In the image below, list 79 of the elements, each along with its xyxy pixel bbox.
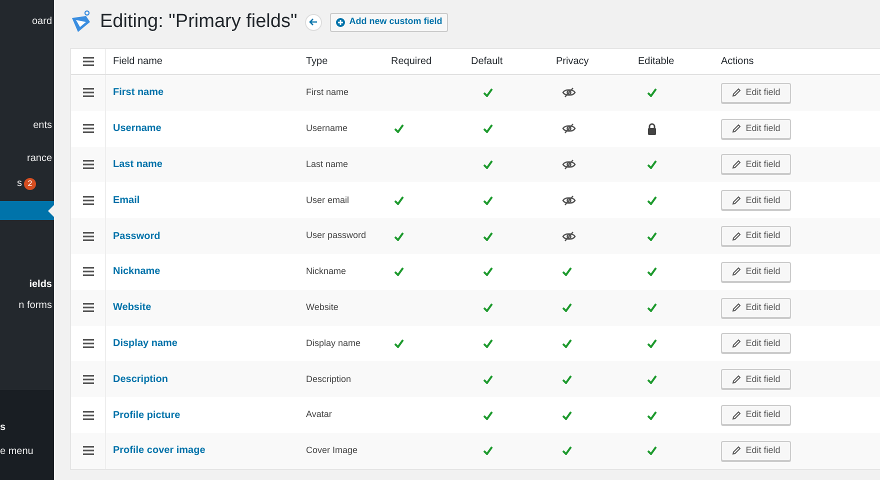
pencil-icon bbox=[732, 303, 741, 312]
pencil-icon bbox=[732, 267, 741, 276]
column-header: Required bbox=[391, 55, 433, 69]
edit-field-button[interactable]: Edit field bbox=[721, 154, 791, 174]
edit-field-button[interactable]: Edit field bbox=[721, 369, 791, 390]
field-type: User password bbox=[306, 229, 366, 242]
drag-handle-icon[interactable] bbox=[82, 267, 94, 276]
field-type: Avatar bbox=[306, 408, 332, 422]
pencil-icon bbox=[732, 88, 741, 98]
field-name-link[interactable]: Email bbox=[106, 192, 140, 208]
column-header: Default bbox=[471, 55, 504, 69]
plus-circle-icon bbox=[336, 18, 346, 26]
edit-field-button[interactable]: Edit field bbox=[721, 262, 791, 282]
back-button[interactable] bbox=[305, 14, 322, 30]
field-type: Website bbox=[306, 300, 338, 314]
sidebar-item[interactable]: oard bbox=[0, 12, 54, 31]
field-name-link[interactable]: Last name bbox=[106, 156, 162, 172]
pencil-icon bbox=[732, 124, 741, 134]
edit-field-button[interactable]: Edit field bbox=[721, 190, 791, 210]
edit-field-button[interactable]: Edit field bbox=[721, 405, 791, 426]
field-name-link[interactable]: Nickname bbox=[106, 264, 160, 280]
pencil-icon bbox=[732, 196, 741, 205]
edit-field-button[interactable]: Edit field bbox=[721, 298, 791, 318]
pencil-icon bbox=[732, 410, 741, 420]
drag-handle-icon[interactable] bbox=[82, 232, 94, 241]
field-name-link[interactable]: First name bbox=[106, 85, 164, 100]
drag-handle-icon[interactable] bbox=[82, 124, 94, 134]
add-custom-field-button[interactable]: Add new custom field bbox=[330, 12, 448, 32]
edit-field-button[interactable]: Edit field bbox=[721, 440, 791, 461]
edit-field-button[interactable]: Edit field bbox=[721, 226, 791, 246]
field-name-link[interactable]: Profile picture bbox=[106, 408, 180, 423]
field-type: Nickname bbox=[306, 265, 346, 278]
pencil-icon bbox=[732, 446, 741, 456]
drag-handle-icon[interactable] bbox=[82, 160, 94, 169]
field-type: Username bbox=[306, 122, 348, 135]
edit-field-button[interactable]: Edit field bbox=[721, 82, 791, 103]
notification-badge: 2 bbox=[24, 178, 36, 190]
column-header: Editable bbox=[638, 55, 676, 69]
field-name-link[interactable]: Profile cover image bbox=[106, 443, 206, 458]
field-name-link[interactable]: Display name bbox=[106, 336, 178, 351]
pencil-icon bbox=[732, 160, 741, 169]
column-header: Type bbox=[306, 55, 329, 69]
pencil-icon bbox=[732, 232, 741, 241]
logo-icon bbox=[70, 10, 92, 34]
field-type: Description bbox=[306, 372, 352, 386]
sidebar-item[interactable]: n forms bbox=[0, 296, 54, 315]
column-header: Actions bbox=[721, 55, 755, 69]
sidebar-item[interactable]: rance bbox=[0, 149, 54, 168]
field-name-link[interactable]: Website bbox=[106, 300, 152, 316]
edit-field-button[interactable]: Edit field bbox=[721, 118, 791, 139]
field-type: Last name bbox=[306, 158, 348, 171]
field-name-link[interactable]: Description bbox=[106, 372, 168, 387]
field-type: Display name bbox=[306, 336, 361, 350]
sidebar-item[interactable]: s bbox=[0, 418, 54, 436]
sidebar-item[interactable]: ents bbox=[0, 116, 54, 135]
column-header: Field name bbox=[112, 55, 164, 69]
drag-handle-icon[interactable] bbox=[82, 57, 94, 66]
field-type: User email bbox=[306, 194, 350, 207]
drag-handle-icon[interactable] bbox=[82, 303, 94, 312]
drag-handle-icon[interactable] bbox=[82, 338, 94, 348]
field-name-link[interactable]: Password bbox=[106, 228, 160, 244]
page-title: Editing: "Primary fields" bbox=[100, 10, 298, 34]
sidebar-item[interactable]: ields bbox=[0, 275, 54, 294]
pencil-icon bbox=[732, 374, 741, 384]
field-name-link[interactable]: Username bbox=[106, 121, 162, 136]
drag-handle-icon[interactable] bbox=[82, 196, 94, 205]
sidebar-item[interactable]: s 2 bbox=[0, 174, 54, 193]
pencil-icon bbox=[732, 338, 741, 348]
drag-handle-icon[interactable] bbox=[82, 374, 94, 384]
field-type: First name bbox=[306, 86, 349, 100]
drag-handle-icon[interactable] bbox=[82, 446, 94, 456]
column-header: Privacy bbox=[556, 55, 590, 69]
left-arrow-icon bbox=[309, 18, 318, 26]
drag-handle-icon[interactable] bbox=[82, 410, 94, 420]
sidebar-item[interactable] bbox=[0, 201, 54, 220]
field-type: Cover Image bbox=[306, 444, 358, 458]
drag-handle-icon[interactable] bbox=[82, 88, 94, 98]
sidebar-item[interactable]: e menu bbox=[0, 442, 54, 460]
edit-field-button[interactable]: Edit field bbox=[721, 333, 791, 354]
